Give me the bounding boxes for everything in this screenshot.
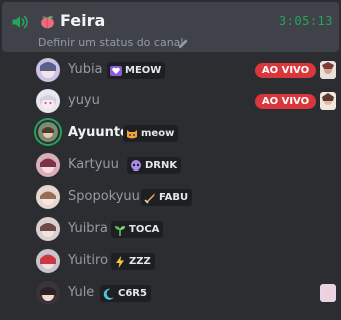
voice-member[interactable]: Yuitiro ZZZ	[0, 246, 341, 278]
avatar	[36, 249, 60, 273]
member-tag: MEOW	[107, 62, 166, 79]
live-badge: AO VIVO	[255, 94, 316, 109]
member-name: Kartyuu	[68, 157, 119, 172]
voice-member[interactable]: Kartyuu DRNK	[0, 150, 341, 182]
voice-member[interactable]: Yubia MEOW AO VIVO	[0, 55, 341, 87]
avatar	[38, 122, 58, 142]
stream-thumbnail[interactable]	[320, 92, 336, 110]
avatar	[36, 217, 60, 241]
member-name: Spopokyuu	[68, 189, 140, 204]
avatar	[36, 281, 60, 305]
member-tag: TOCA	[111, 221, 164, 238]
avatar	[36, 153, 60, 177]
member-tag: DRNK	[127, 157, 182, 174]
avatar	[36, 89, 60, 113]
member-name: Yule	[68, 285, 95, 300]
voice-member[interactable]: Yuibra TOCA	[0, 214, 341, 246]
voice-member[interactable]: Spopokyuu FABU	[0, 182, 341, 214]
member-tag: C6R5	[100, 285, 151, 302]
voice-member[interactable]: yuyu AO VIVO	[0, 86, 341, 118]
voice-member[interactable]: Ayuunto meow	[0, 118, 341, 150]
channel-name: Feira	[60, 11, 106, 30]
member-name: Ayuunto	[68, 125, 129, 140]
stream-thumbnail[interactable]	[320, 61, 336, 79]
member-name: yuyu	[68, 93, 100, 108]
cat-icon	[127, 129, 137, 138]
live-badge: AO VIVO	[255, 63, 316, 78]
channel-status-input[interactable]: Definir um status do canal	[38, 35, 183, 51]
skull-icon	[131, 159, 141, 171]
avatar	[36, 58, 60, 82]
lightning-icon	[116, 255, 124, 268]
sprout-icon	[115, 225, 125, 236]
member-tag: ZZZ	[111, 253, 155, 270]
member-tag: FABU	[141, 189, 193, 206]
member-name: Yuibra	[68, 221, 108, 236]
speaker-icon	[12, 15, 28, 29]
pencil-icon[interactable]	[178, 38, 189, 49]
voice-member[interactable]: Yule C6R5	[0, 278, 341, 310]
moon-icon	[103, 288, 114, 300]
member-name: Yubia	[68, 62, 103, 77]
member-tag: meow	[123, 125, 179, 142]
member-name: Yuitiro	[68, 253, 109, 268]
voice-channel-row[interactable]: Feira 3:05:13 Definir um status do canal	[2, 2, 339, 52]
stream-thumbnail[interactable]	[320, 284, 336, 302]
avatar	[36, 185, 60, 209]
peach-emoji	[41, 16, 54, 29]
sword-icon	[144, 192, 155, 203]
purple-heart-icon	[110, 65, 122, 76]
channel-timer: 3:05:13	[278, 14, 333, 28]
